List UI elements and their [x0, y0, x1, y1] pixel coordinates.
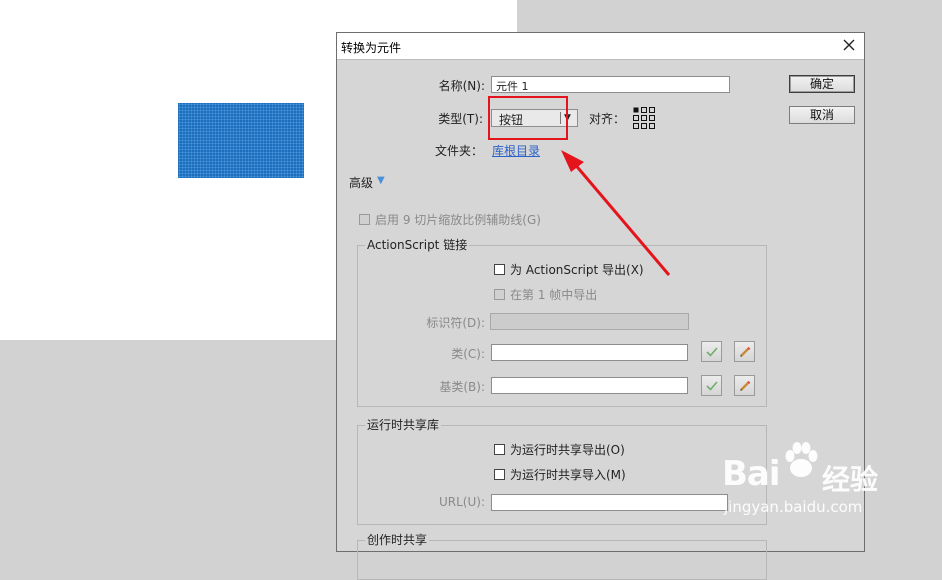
type-label: 类型(T):: [438, 112, 483, 126]
type-select-value: 按钮: [499, 113, 524, 127]
export-runtime-sharing-checkbox[interactable]: [494, 444, 505, 455]
chevron-down-icon: ▼: [564, 113, 571, 123]
cancel-button[interactable]: 取消: [789, 106, 855, 124]
class-label: 类(C):: [451, 347, 485, 361]
dialog-titlebar: 转换为元件: [337, 33, 864, 60]
check-icon: [706, 381, 718, 391]
validate-base-class-button[interactable]: [701, 375, 722, 396]
class-input[interactable]: [491, 344, 688, 361]
pencil-icon: [740, 380, 751, 391]
registration-grid-icon[interactable]: [633, 107, 655, 129]
name-input[interactable]: 元件 1: [491, 76, 730, 93]
pencil-icon: [740, 346, 751, 357]
enable-9slice-checkbox[interactable]: [359, 214, 370, 225]
convert-to-symbol-dialog: 转换为元件 名称(N): 元件 1 确定 取消 类型(T): 按钮 ▼ 对齐：: [336, 32, 865, 580]
export-for-actionscript-checkbox[interactable]: [494, 264, 505, 275]
type-select[interactable]: 按钮 ▼: [491, 109, 578, 127]
triangle-down-icon[interactable]: ▼: [377, 175, 385, 186]
advanced-toggle-label[interactable]: 高级: [349, 174, 373, 191]
select-separator: [560, 112, 561, 124]
align-label: 对齐：: [589, 112, 626, 126]
actionscript-group-title: ActionScript 链接: [365, 236, 470, 253]
identifier-label: 标识符(D):: [426, 316, 485, 330]
name-input-value: 元件 1: [496, 80, 529, 93]
folder-label: 文件夹：: [434, 144, 483, 158]
edit-base-class-button[interactable]: [734, 375, 755, 396]
import-runtime-sharing-label: 为运行时共享导入(M): [510, 468, 626, 482]
folder-link[interactable]: 库根目录: [492, 142, 540, 159]
export-in-frame-label: 在第 1 帧中导出: [510, 288, 598, 302]
export-in-frame-checkbox[interactable]: [494, 289, 505, 300]
edit-class-button[interactable]: [734, 341, 755, 362]
name-label: 名称(N):: [438, 79, 485, 93]
base-class-input[interactable]: [491, 377, 688, 394]
url-input[interactable]: [491, 494, 728, 511]
check-icon: [706, 347, 718, 357]
base-class-label: 基类(B):: [439, 380, 485, 394]
export-runtime-sharing-label: 为运行时共享导出(O): [510, 443, 625, 457]
validate-class-button[interactable]: [701, 341, 722, 362]
identifier-input[interactable]: [490, 313, 689, 330]
enable-9slice-label: 启用 9 切片缩放比例辅助线(G): [375, 213, 541, 227]
ok-button[interactable]: 确定: [789, 75, 855, 93]
selected-blue-shape[interactable]: [178, 103, 304, 178]
export-for-actionscript-label: 为 ActionScript 导出(X): [510, 263, 644, 277]
runtime-shared-group-title: 运行时共享库: [365, 416, 442, 433]
import-runtime-sharing-checkbox[interactable]: [494, 469, 505, 480]
dialog-title: 转换为元件: [341, 41, 402, 55]
close-icon[interactable]: [840, 36, 858, 54]
url-label: URL(U):: [439, 495, 485, 509]
